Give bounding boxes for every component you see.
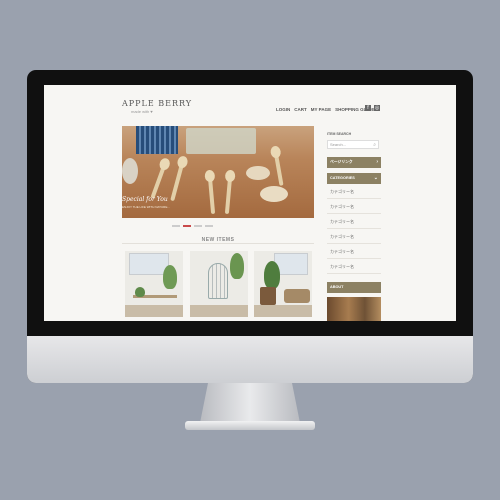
- hero-spoon: [170, 163, 184, 202]
- categories-header[interactable]: CATEGORIES ⌄: [327, 173, 381, 184]
- chair-image: [260, 287, 276, 305]
- chevron-right-icon: ›: [376, 159, 378, 165]
- sofa-image: [284, 289, 310, 303]
- hero-plate: [122, 158, 138, 184]
- about-header[interactable]: ABOUT: [327, 282, 381, 293]
- new-item-card[interactable]: [125, 251, 183, 317]
- about-label: ABOUT: [330, 285, 344, 289]
- category-item[interactable]: カテゴリー名: [327, 229, 381, 244]
- slider-dot[interactable]: [194, 225, 202, 227]
- birdcage-image: [208, 263, 228, 299]
- slider-dot[interactable]: [205, 225, 213, 227]
- hero-caption: Special for You: [122, 196, 168, 203]
- chevron-down-icon: ⌄: [373, 175, 378, 181]
- site-tagline: made with ♥: [131, 109, 153, 114]
- facebook-icon[interactable]: f: [365, 105, 371, 111]
- about-shop-image: [327, 297, 381, 321]
- hero-bowl: [246, 166, 270, 180]
- monitor: APPLE BERRY made with ♥ LOGIN CART MY PA…: [27, 70, 473, 383]
- plant-image: [230, 253, 244, 279]
- new-item-card[interactable]: [254, 251, 312, 317]
- plant-image: [163, 265, 177, 289]
- hero-spoon: [274, 153, 284, 186]
- nav-mypage-link[interactable]: MY PAGE: [311, 107, 331, 112]
- category-item[interactable]: カテゴリー名: [327, 259, 381, 274]
- new-item-card[interactable]: [190, 251, 248, 317]
- slider-dot-active[interactable]: [183, 225, 191, 227]
- hero-subcaption: ENJOY THE LIFE WITH NATURE...: [122, 205, 170, 209]
- hero-box: [186, 128, 256, 154]
- hero-spoon: [224, 177, 232, 215]
- nav-login-link[interactable]: LOGIN: [276, 107, 290, 112]
- search-icon[interactable]: ⌕: [373, 142, 376, 148]
- floor-image: [125, 305, 183, 317]
- hero-cloth: [136, 126, 178, 154]
- slider-pagination: [172, 225, 213, 227]
- item-search-label: ITEM SEARCH: [327, 132, 352, 136]
- page-link-button[interactable]: ページリンク ›: [327, 157, 381, 168]
- category-item[interactable]: カテゴリー名: [327, 199, 381, 214]
- hero-bowl: [260, 186, 288, 202]
- page-link-label: ページリンク: [330, 160, 353, 164]
- monitor-chin: [27, 336, 473, 383]
- instagram-icon[interactable]: ◎: [374, 105, 380, 111]
- website-screen: APPLE BERRY made with ♥ LOGIN CART MY PA…: [44, 85, 456, 321]
- category-item[interactable]: カテゴリー名: [327, 244, 381, 259]
- monitor-stand: [200, 383, 300, 423]
- category-item[interactable]: カテゴリー名: [327, 214, 381, 229]
- plant-image: [264, 261, 280, 289]
- category-item[interactable]: カテゴリー名: [327, 184, 381, 199]
- hero-spoon: [150, 165, 166, 199]
- hero-spoon: [208, 177, 216, 215]
- floor-image: [254, 305, 312, 317]
- slider-dot[interactable]: [172, 225, 180, 227]
- hero-slider[interactable]: Special for You ENJOY THE LIFE WITH NATU…: [122, 126, 314, 218]
- search-placeholder: Search...: [330, 142, 347, 147]
- site-logo[interactable]: APPLE BERRY: [122, 99, 192, 108]
- section-divider: [122, 243, 314, 244]
- nav-cart-link[interactable]: CART: [294, 107, 307, 112]
- search-input[interactable]: Search... ⌕: [327, 140, 379, 149]
- plant-image: [135, 287, 145, 297]
- monitor-base: [185, 421, 315, 430]
- floor-image: [190, 305, 248, 317]
- categories-label: CATEGORIES: [330, 176, 355, 180]
- header-nav: LOGIN CART MY PAGE SHOPPING GUIDE: [276, 107, 374, 112]
- new-items-heading: NEW ITEMS: [201, 237, 235, 243]
